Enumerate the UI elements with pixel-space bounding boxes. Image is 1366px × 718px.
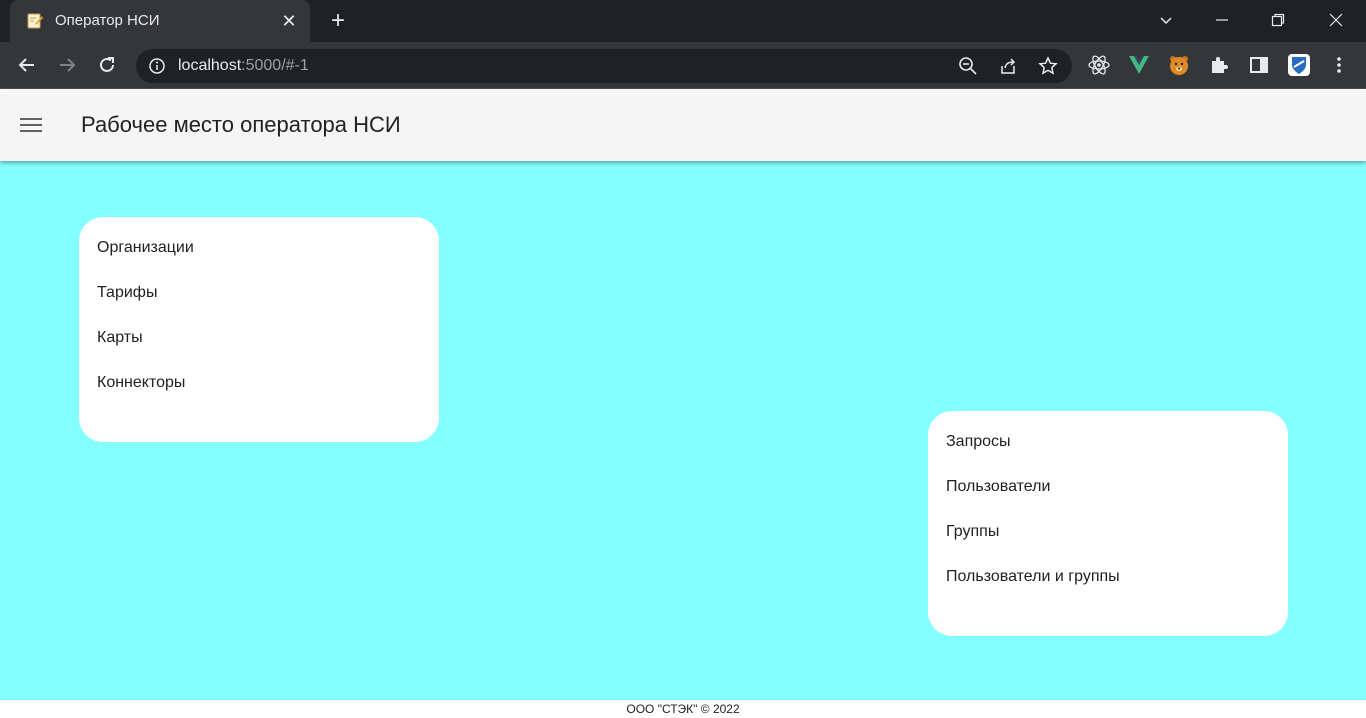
new-tab-icon[interactable]: + (324, 8, 352, 36)
menu-item-tariffs[interactable]: Тарифы (79, 281, 439, 326)
extensions-puzzle-icon[interactable] (1207, 53, 1231, 77)
menu-item-requests[interactable]: Запросы (928, 430, 1288, 475)
share-icon[interactable] (998, 56, 1018, 76)
close-window-icon[interactable] (1308, 0, 1364, 42)
menu-item-organizations[interactable]: Организации (79, 236, 439, 281)
url-text: localhost:5000/#-1 (178, 57, 309, 75)
forward-icon[interactable] (52, 50, 82, 80)
browser-toolbar: localhost:5000/#-1 (0, 42, 1366, 89)
tab-title: Оператор НСИ (55, 12, 160, 29)
browser-tab-strip: Оператор НСИ ✕ + (0, 0, 1366, 42)
menu-item-groups[interactable]: Группы (928, 520, 1288, 565)
main-content: Организации Тарифы Карты Коннекторы Запр… (0, 161, 1366, 700)
site-info-icon[interactable] (148, 57, 166, 75)
reload-icon[interactable] (92, 50, 122, 80)
card-directories: Организации Тарифы Карты Коннекторы (79, 217, 439, 442)
tab-close-icon[interactable]: ✕ (278, 10, 300, 32)
side-panel-icon[interactable] (1247, 53, 1271, 77)
page-favicon-icon (26, 12, 44, 30)
menu-item-users-and-groups[interactable]: Пользователи и группы (928, 565, 1288, 610)
app-header: Рабочее место оператора НСИ (0, 90, 1366, 161)
menu-item-connectors[interactable]: Коннекторы (79, 371, 439, 416)
url-path: :5000/#-1 (241, 57, 309, 74)
bookmark-star-icon[interactable] (1038, 56, 1058, 76)
profile-avatar-icon[interactable] (1287, 53, 1311, 77)
card-administration: Запросы Пользователи Группы Пользователи… (928, 411, 1288, 636)
browser-menu-icon[interactable] (1327, 53, 1351, 77)
menu-item-cards[interactable]: Карты (79, 326, 439, 371)
address-bar[interactable]: localhost:5000/#-1 (136, 49, 1072, 83)
zoom-icon[interactable] (958, 56, 978, 76)
back-icon[interactable] (12, 50, 42, 80)
tab-search-icon[interactable] (1138, 0, 1194, 42)
browser-tab[interactable]: Оператор НСИ ✕ (10, 0, 310, 42)
react-devtools-icon[interactable] (1087, 53, 1111, 77)
vue-devtools-icon[interactable] (1127, 53, 1151, 77)
bear-extension-icon[interactable] (1167, 53, 1191, 77)
menu-item-users[interactable]: Пользователи (928, 475, 1288, 520)
restore-icon[interactable] (1250, 0, 1306, 42)
page-title: Рабочее место оператора НСИ (81, 112, 401, 137)
footer-copyright: ООО "СТЭК" © 2022 (0, 700, 1366, 718)
url-host: localhost (178, 57, 242, 74)
minimize-icon[interactable] (1194, 0, 1250, 42)
menu-hamburger-icon[interactable] (18, 114, 44, 136)
